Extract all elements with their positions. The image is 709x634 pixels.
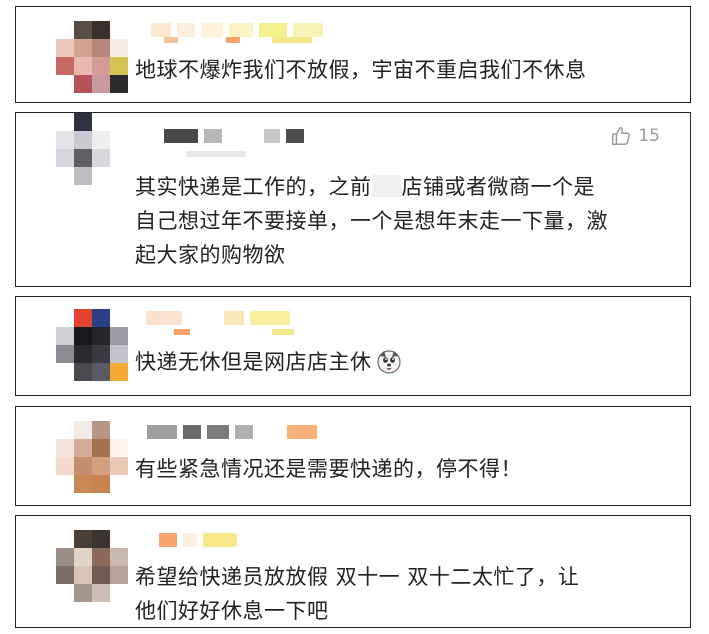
comment-card: 地球不爆炸我们不放假，宇宙不重启我们不休息 <box>15 6 691 103</box>
username-blurred[interactable] <box>164 129 304 143</box>
comment-line: 有些紧急情况还是需要快递的，停不得！ <box>135 457 522 481</box>
timestamp-blurred <box>164 37 312 43</box>
comment-text: 快递无休但是网店店主休 <box>135 345 402 379</box>
comment-text: 有些紧急情况还是需要快递的，停不得！ <box>135 452 522 486</box>
username-blurred[interactable] <box>159 533 237 547</box>
comment-text: 希望给快递员放放假 双十一 双十二太忙了，让 他们好好休息一下吧 <box>135 560 579 628</box>
username-blurred[interactable] <box>146 311 290 325</box>
comment-line-start: 其实快递是工作的，之前 <box>135 175 372 199</box>
comment-text: 其实快递是工作的，之前 店铺或者微商一个是 自己想过年不要接单，一个是想年末走一下… <box>135 170 608 272</box>
comment-line-text: 快递无休但是网店店主休 <box>135 350 372 374</box>
like-button[interactable]: 15 <box>610 125 660 147</box>
comment-line: 其实快递是工作的，之前 店铺或者微商一个是 <box>135 170 608 204</box>
avatar[interactable] <box>56 309 128 381</box>
comment-line: 他们好好休息一下吧 <box>135 599 329 623</box>
comment-line: 自己想过年不要接单，一个是想年末走一下量，激 <box>135 209 608 233</box>
dog-emoji-icon <box>376 348 402 374</box>
comment-line: 起大家的购物欲 <box>135 243 286 267</box>
thumbs-up-icon[interactable] <box>610 125 632 147</box>
username-blurred[interactable] <box>147 425 317 439</box>
comment-card: 希望给快递员放放假 双十一 双十二太忙了，让 他们好好休息一下吧 <box>15 515 691 628</box>
comment-line: 希望给快递员放放假 双十一 双十二太忙了，让 <box>135 565 580 589</box>
like-count: 15 <box>638 126 660 146</box>
timestamp-blurred <box>174 329 294 335</box>
comment-card: 有些紧急情况还是需要快递的，停不得！ <box>15 406 691 506</box>
comment-text: 地球不爆炸我们不放假，宇宙不重启我们不休息 <box>135 53 587 87</box>
avatar[interactable] <box>56 113 128 185</box>
comment-line-end: 店铺或者微商一个是 <box>401 175 595 199</box>
redacted-text <box>371 175 402 197</box>
timestamp-blurred <box>186 151 246 157</box>
avatar[interactable] <box>56 21 128 93</box>
comment-card: 15 其实快递是工作的，之前 店铺或者微商一个是 自己想过年不要接单，一个是想年末… <box>15 112 691 287</box>
avatar[interactable] <box>56 421 128 493</box>
comment-line: 地球不爆炸我们不放假，宇宙不重启我们不休息 <box>135 58 587 82</box>
comment-card: 快递无休但是网店店主休 <box>15 296 691 396</box>
avatar[interactable] <box>56 530 128 602</box>
username-blurred[interactable] <box>151 23 323 37</box>
comment-line: 快递无休但是网店店主休 <box>135 345 402 379</box>
